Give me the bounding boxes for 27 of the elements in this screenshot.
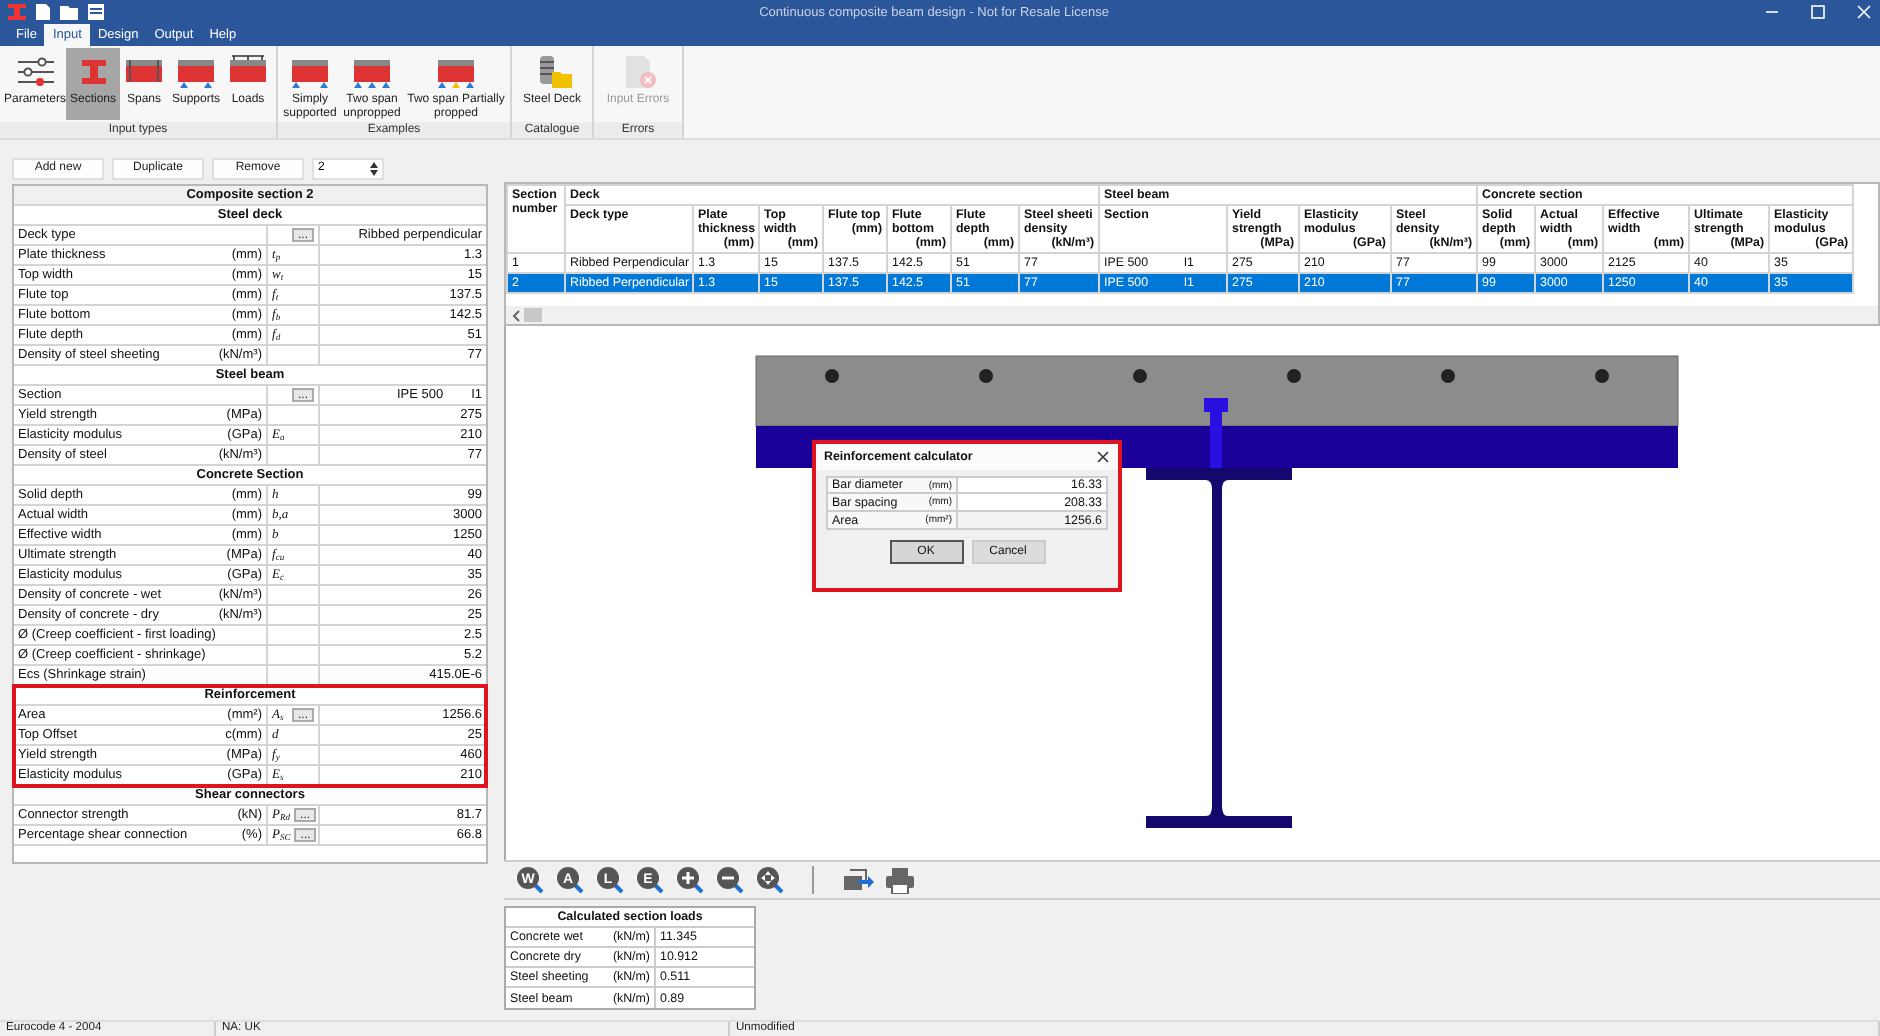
spin-arrows-icon[interactable] (370, 161, 378, 175)
scrollbar-thumb[interactable] (524, 308, 542, 322)
rebar-dot (1441, 369, 1455, 383)
zoom-in-icon[interactable] (676, 866, 704, 894)
folder-icon[interactable] (60, 5, 78, 19)
rebar-dot (1133, 369, 1147, 383)
scroll-left-icon[interactable] (512, 309, 520, 321)
rebar-dot (1287, 369, 1301, 383)
new-document-icon[interactable] (36, 4, 50, 20)
horizontal-scrollbar[interactable] (506, 306, 1878, 324)
supported-beam-icon (350, 54, 394, 90)
shear-stud (1204, 398, 1228, 468)
supported-beam-icon (288, 54, 332, 90)
print-icon[interactable] (886, 867, 914, 893)
zoom-out-icon[interactable] (716, 866, 744, 894)
zoom-fit-icon[interactable] (756, 866, 784, 894)
rebar-dot (979, 369, 993, 383)
supported-beam-icon (434, 54, 478, 90)
window-icon[interactable] (88, 4, 104, 20)
rebar-dot (1595, 369, 1609, 383)
maximize-icon[interactable] (1810, 4, 1826, 20)
rebar-dot (825, 369, 839, 383)
export-icon[interactable] (842, 868, 874, 892)
sliders-icon (13, 54, 57, 90)
supported-beam-icon (174, 54, 218, 90)
close-icon[interactable] (1096, 450, 1110, 464)
app-logo-icon (8, 4, 26, 20)
